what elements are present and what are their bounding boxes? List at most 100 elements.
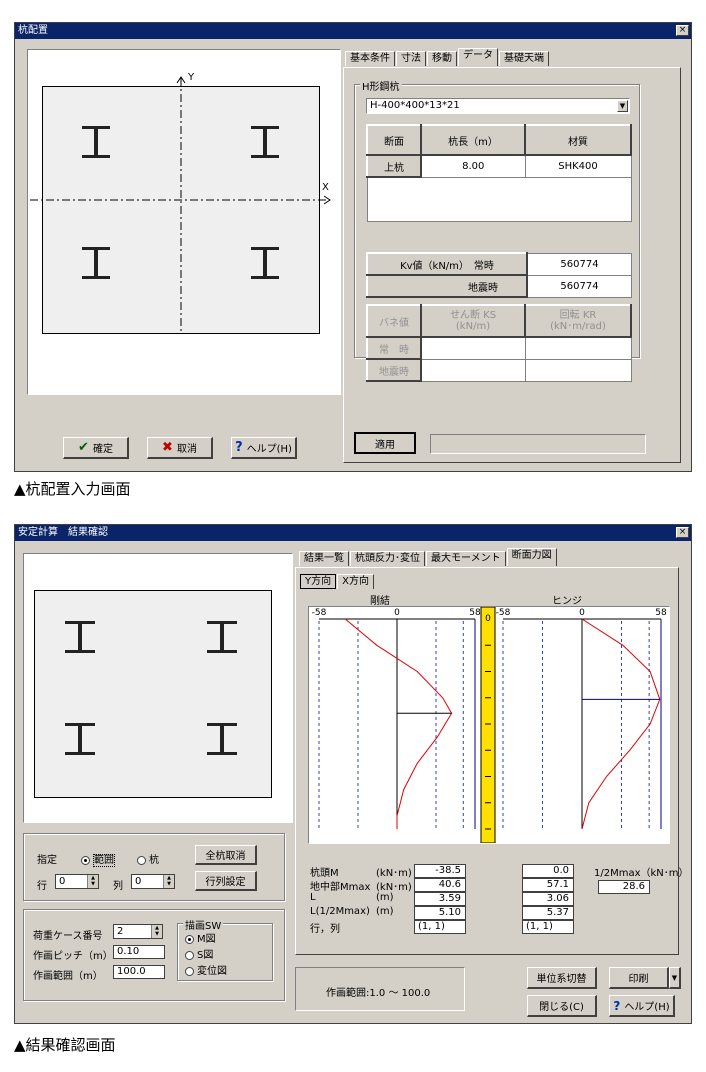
tab-y-direction[interactable]: Y方向 [300,574,337,589]
tab-result-list[interactable]: 結果一覧 [299,551,349,566]
hinge-value: (1, 1) [522,920,574,934]
kv-normal-value[interactable]: 560774 [526,252,632,276]
x-tick-label: 58 [469,608,481,618]
displacement-radio[interactable]: 変位図 [185,962,227,977]
close-button[interactable]: × [676,25,689,36]
pile-radio[interactable]: 杭 [137,851,159,866]
row-spinner[interactable]: 0 ▲ ▼ [55,874,99,889]
pile-type-select[interactable]: H-400*400*13*21 ▼ [366,98,630,114]
row-col-setting-button[interactable]: 行列設定 [195,871,257,891]
plan-canvas: Y X [27,49,341,395]
section-force-panel: Y方向 X方向 剛結 ヒンジ -58 0 58 -58 0 58 0 杭頭M (kN･m) -3… [295,567,689,955]
result-unit: (kN･m) [376,882,412,893]
plan-axes [30,76,331,332]
tab-data[interactable]: データ [458,48,498,66]
radio-off-icon [185,966,194,976]
apply-status [430,434,646,454]
clear-all-button[interactable]: 全杭取消 [195,845,257,865]
chevron-down-icon[interactable]: ▼ [617,100,628,112]
select-label: 指定 [37,855,57,866]
radio-on-icon [185,934,194,944]
window-title: 杭配置 [15,23,691,39]
kv-quake-value[interactable]: 560774 [526,274,632,298]
tab-section-force[interactable]: 断面力図 [506,548,557,566]
fixed-value: (1, 1) [414,920,466,934]
window-title: 安定計算 結果確認 [15,525,691,541]
y-axis-label: Y [188,72,195,83]
caption-result-screen: ▲結果確認画面 [14,1036,116,1054]
half-mmax-value: 28.6 [598,880,650,894]
spin-icon[interactable]: ▲ ▼ [151,925,162,938]
pile-table: 断面 杭長（m） 材質 上杭 8.00 SHK400 [366,124,632,222]
kr-header: 回転 KR (kN･m/rad) [524,304,632,338]
ks-quake-cell [420,358,526,382]
tab-move[interactable]: 移動 [427,51,457,66]
tab-max-moment[interactable]: 最大モーメント [426,551,506,566]
tab-footing-top[interactable]: 基礎天端 [499,51,549,66]
check-icon: ✔ [78,440,89,455]
half-mmax-label: 1/2Mmax（kN･m） [594,868,689,879]
x-tick-label: 0 [394,608,400,618]
plan-canvas [23,553,293,823]
question-icon: ? [613,998,621,1013]
close-dialog-button[interactable]: 閉じる(C) [527,995,597,1017]
result-unit: (kN･m) [376,868,412,879]
ks-normal-cell [420,336,526,360]
close-button[interactable]: × [676,527,689,538]
tab-bar: 基本条件 寸法 移動 データ 基礎天端 [345,48,550,66]
caption-input-screen: ▲杭配置入力画面 [14,480,131,498]
fixed-value: 5.10 [414,906,466,920]
tab-basic[interactable]: 基本条件 [345,51,395,66]
kv-table: Kv値（kN/m） 常時 560774 地震時 560774 [366,252,632,298]
table-empty-area [366,176,632,222]
load-case-label: 荷重ケース番号 [33,931,103,942]
tab-x-direction[interactable]: X方向 [337,574,374,589]
result-label: L [310,892,316,903]
tab-reaction[interactable]: 杭頭反力･変位 [350,551,425,566]
cancel-button[interactable]: ✖ 取消 [147,437,213,459]
spring-header: バネ値 [366,304,422,338]
spring-normal-label: 常 時 [366,336,422,360]
m-radio[interactable]: M図 [185,930,216,945]
radio-off-icon [137,855,146,865]
h-pile-group-label: H形鋼杭 [360,78,402,93]
fixed-chart-title: 剛結 [370,596,390,607]
x-tick-label: -58 [312,608,327,618]
cell-material[interactable]: SHK400 [524,154,632,178]
section-force-chart: -58 0 58 -58 0 58 0 [308,606,670,844]
spin-icon[interactable]: ▲ ▼ [163,875,174,888]
apply-button[interactable]: 適用 [354,432,416,454]
cell-length[interactable]: 8.00 [420,154,526,178]
print-button[interactable]: 印刷 [609,967,669,989]
help-button[interactable]: ? ヘルプ(H) [609,995,675,1017]
unit-switch-button[interactable]: 単位系切替 [527,967,597,989]
load-case-spinner[interactable]: 2 ▲ ▼ [113,924,163,939]
confirm-button[interactable]: ✔ 確定 [63,437,129,459]
moment-chart-svg: -58 0 58 -58 0 58 0 [312,607,667,843]
x-tick-label: 0 [579,608,585,618]
range-radio[interactable]: 範囲 [81,851,115,867]
ks-header: せん断 KS (kN/m) [420,304,526,338]
help-button[interactable]: ? ヘルプ(H) [231,437,297,459]
print-menu-button[interactable]: ▼ [669,967,681,989]
h-pile-marks [65,621,237,755]
fixed-value: -38.5 [414,864,466,878]
pitch-input[interactable]: 0.10 [113,945,165,959]
status-box: 作画範囲:1.0 〜 100.0 [295,967,465,1011]
tab-dimension[interactable]: 寸法 [396,51,426,66]
spin-icon[interactable]: ▲ ▼ [87,875,98,888]
hinge-chart-title: ヒンジ [552,596,582,607]
header-material: 材質 [524,124,632,156]
result-label: 地中部Mmax [310,882,371,893]
col-spinner[interactable]: 0 ▲ ▼ [131,874,175,889]
range-input[interactable]: 100.0 [113,965,165,979]
fixed-value: 3.59 [414,892,466,906]
x-axis-label: X [322,182,329,193]
s-radio[interactable]: S図 [185,946,213,961]
fixed-value: 40.6 [414,878,466,892]
chevron-down-icon: ▼ [671,973,678,982]
kv-quake-header: 地震時 [366,274,528,298]
row-label: 行 [37,881,47,892]
x-tick-label: -58 [496,608,511,618]
header-length: 杭長（m） [420,124,526,156]
